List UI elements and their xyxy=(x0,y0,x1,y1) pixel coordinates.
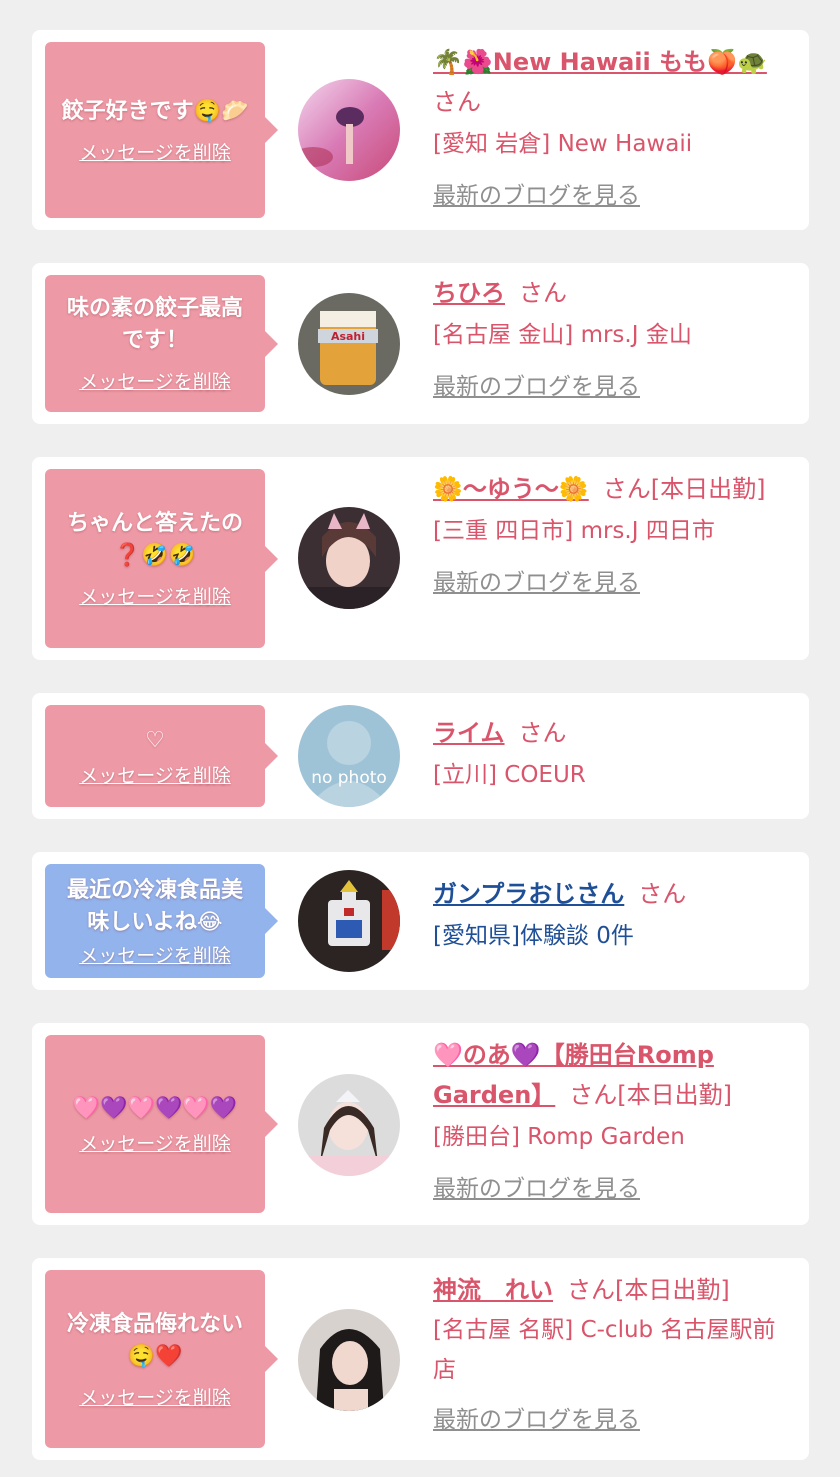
review-count-label: [愛知県]体験談 0件 xyxy=(433,923,634,949)
profile-info: 神流 れい さん[本日出勤] [名古屋 名駅] C-club 名古屋駅前店 最新の… xyxy=(433,1270,793,1448)
avatar[interactable] xyxy=(298,79,400,181)
shop-label: [名古屋 名駅] C-club 名古屋駅前店 xyxy=(433,1317,776,1383)
avatar[interactable] xyxy=(298,870,400,972)
profile-name-link[interactable]: 神流 れい xyxy=(433,1276,553,1304)
shop-label: [三重 四日市] mrs.J 四日市 xyxy=(433,518,715,544)
message-bubble: ♡ メッセージを削除 xyxy=(45,705,278,807)
no-photo-text: no photo xyxy=(311,768,387,788)
avatar[interactable] xyxy=(298,1309,400,1411)
shop-label: [立川] COEUR xyxy=(433,762,586,788)
message-card: 🩷💜🩷💜🩷💜 メッセージを削除 🩷のあ💜【勝田台Romp Garden】 さん[本… xyxy=(32,1023,809,1225)
message-bubble: 🩷💜🩷💜🩷💜 メッセージを削除 xyxy=(45,1035,278,1213)
message-card: 冷凍食品侮れない🤤❤️ メッセージを削除 神流 れい さん[本日出勤] [名古屋 … xyxy=(32,1258,809,1460)
delete-message-link[interactable]: メッセージを削除 xyxy=(79,582,231,609)
message-text: ♡ xyxy=(145,727,165,753)
message-card: 最近の冷凍食品美味しいよね😂 メッセージを削除 ガンプラおじさん さん [愛知県]… xyxy=(32,852,809,990)
message-bubble: 冷凍食品侮れない🤤❤️ メッセージを削除 xyxy=(45,1270,278,1448)
profile-info: 🩷のあ💜【勝田台Romp Garden】 さん[本日出勤] [勝田台] Romp … xyxy=(433,1035,793,1217)
profile-info: ライム さん [立川] COEUR xyxy=(433,713,793,797)
avatar[interactable] xyxy=(298,1074,400,1176)
message-card: 餃子好きです🤤🥟 メッセージを削除 🌴🌺New Hawaii もも🍑🐢 さん [… xyxy=(32,30,809,230)
message-text: 餃子好きです🤤🥟 xyxy=(61,98,249,124)
shop-label: [名古屋 金山] mrs.J 金山 xyxy=(433,322,692,348)
profile-info: ちひろ さん [名古屋 金山] mrs.J 金山 最新のブログを見る xyxy=(433,273,793,415)
honorific: さん xyxy=(433,88,481,116)
profile-info: 🌼〜ゆう〜🌼 さん[本日出勤] [三重 四日市] mrs.J 四日市 最新のブログ… xyxy=(433,469,793,611)
profile-info: ガンプラおじさん さん [愛知県]体験談 0件 xyxy=(433,874,793,958)
message-bubble: 最近の冷凍食品美味しいよね😂 メッセージを削除 xyxy=(45,864,278,978)
avatar[interactable]: no photo xyxy=(298,705,400,807)
latest-blog-link[interactable]: 最新のブログを見る xyxy=(433,1161,640,1217)
svg-text:Asahi: Asahi xyxy=(331,330,365,343)
message-bubble: 味の素の餃子最高です！ メッセージを削除 xyxy=(45,275,278,412)
delete-message-link[interactable]: メッセージを削除 xyxy=(79,941,231,968)
honorific: さん xyxy=(638,880,687,908)
message-card: 味の素の餃子最高です！ メッセージを削除 Asahi ちひろ さん [名古屋 金山… xyxy=(32,263,809,424)
message-bubble: 餃子好きです🤤🥟 メッセージを削除 xyxy=(45,42,278,218)
message-bubble: ちゃんと答えたの❓🤣🤣 メッセージを削除 xyxy=(45,469,278,648)
avatar[interactable]: Asahi xyxy=(298,293,400,395)
profile-name-link[interactable]: ちひろ xyxy=(433,279,505,307)
message-text: 冷凍食品侮れない🤤❤️ xyxy=(66,1311,243,1369)
profile-name-link[interactable]: ガンプラおじさん xyxy=(433,880,624,908)
honorific: さん xyxy=(519,279,567,307)
latest-blog-link[interactable]: 最新のブログを見る xyxy=(433,555,640,611)
delete-message-link[interactable]: メッセージを削除 xyxy=(79,1129,231,1156)
delete-message-link[interactable]: メッセージを削除 xyxy=(79,761,231,788)
latest-blog-link[interactable]: 最新のブログを見る xyxy=(433,359,640,415)
message-list: 餃子好きです🤤🥟 メッセージを削除 🌴🌺New Hawaii もも🍑🐢 さん [… xyxy=(0,0,840,1477)
honorific: さん[本日出勤] xyxy=(569,1081,733,1109)
delete-message-link[interactable]: メッセージを削除 xyxy=(79,138,231,165)
honorific: さん xyxy=(518,719,567,747)
latest-blog-link[interactable]: 最新のブログを見る xyxy=(433,1392,640,1448)
delete-message-link[interactable]: メッセージを削除 xyxy=(79,1383,231,1410)
profile-info: 🌴🌺New Hawaii もも🍑🐢 さん [愛知 岩倉] New Hawaii … xyxy=(433,42,793,224)
message-text: 最近の冷凍食品美味しいよね😂 xyxy=(66,877,243,935)
latest-blog-link[interactable]: 最新のブログを見る xyxy=(433,168,640,224)
message-text: ちゃんと答えたの❓🤣🤣 xyxy=(66,511,243,568)
profile-name-link[interactable]: 🌴🌺New Hawaii もも🍑🐢 xyxy=(433,48,767,76)
profile-name-link[interactable]: ライム xyxy=(433,719,505,747)
message-text: 🩷💜🩷💜🩷💜 xyxy=(72,1095,238,1121)
honorific: さん[本日出勤] xyxy=(602,475,766,503)
delete-message-link[interactable]: メッセージを削除 xyxy=(79,367,231,394)
message-text: 味の素の餃子最高です！ xyxy=(66,296,243,353)
profile-name-link[interactable]: 🌼〜ゆう〜🌼 xyxy=(433,475,589,503)
message-card: ♡ メッセージを削除 no photo ライム さん [立川] COEUR xyxy=(32,693,809,819)
honorific: さん[本日出勤] xyxy=(567,1276,730,1304)
shop-label: [愛知 岩倉] New Hawaii xyxy=(433,131,693,157)
message-card: ちゃんと答えたの❓🤣🤣 メッセージを削除 🌼〜ゆう〜🌼 さん[本日出勤] [三重 … xyxy=(32,457,809,660)
shop-label: [勝田台] Romp Garden xyxy=(433,1124,685,1150)
avatar[interactable] xyxy=(298,507,400,609)
